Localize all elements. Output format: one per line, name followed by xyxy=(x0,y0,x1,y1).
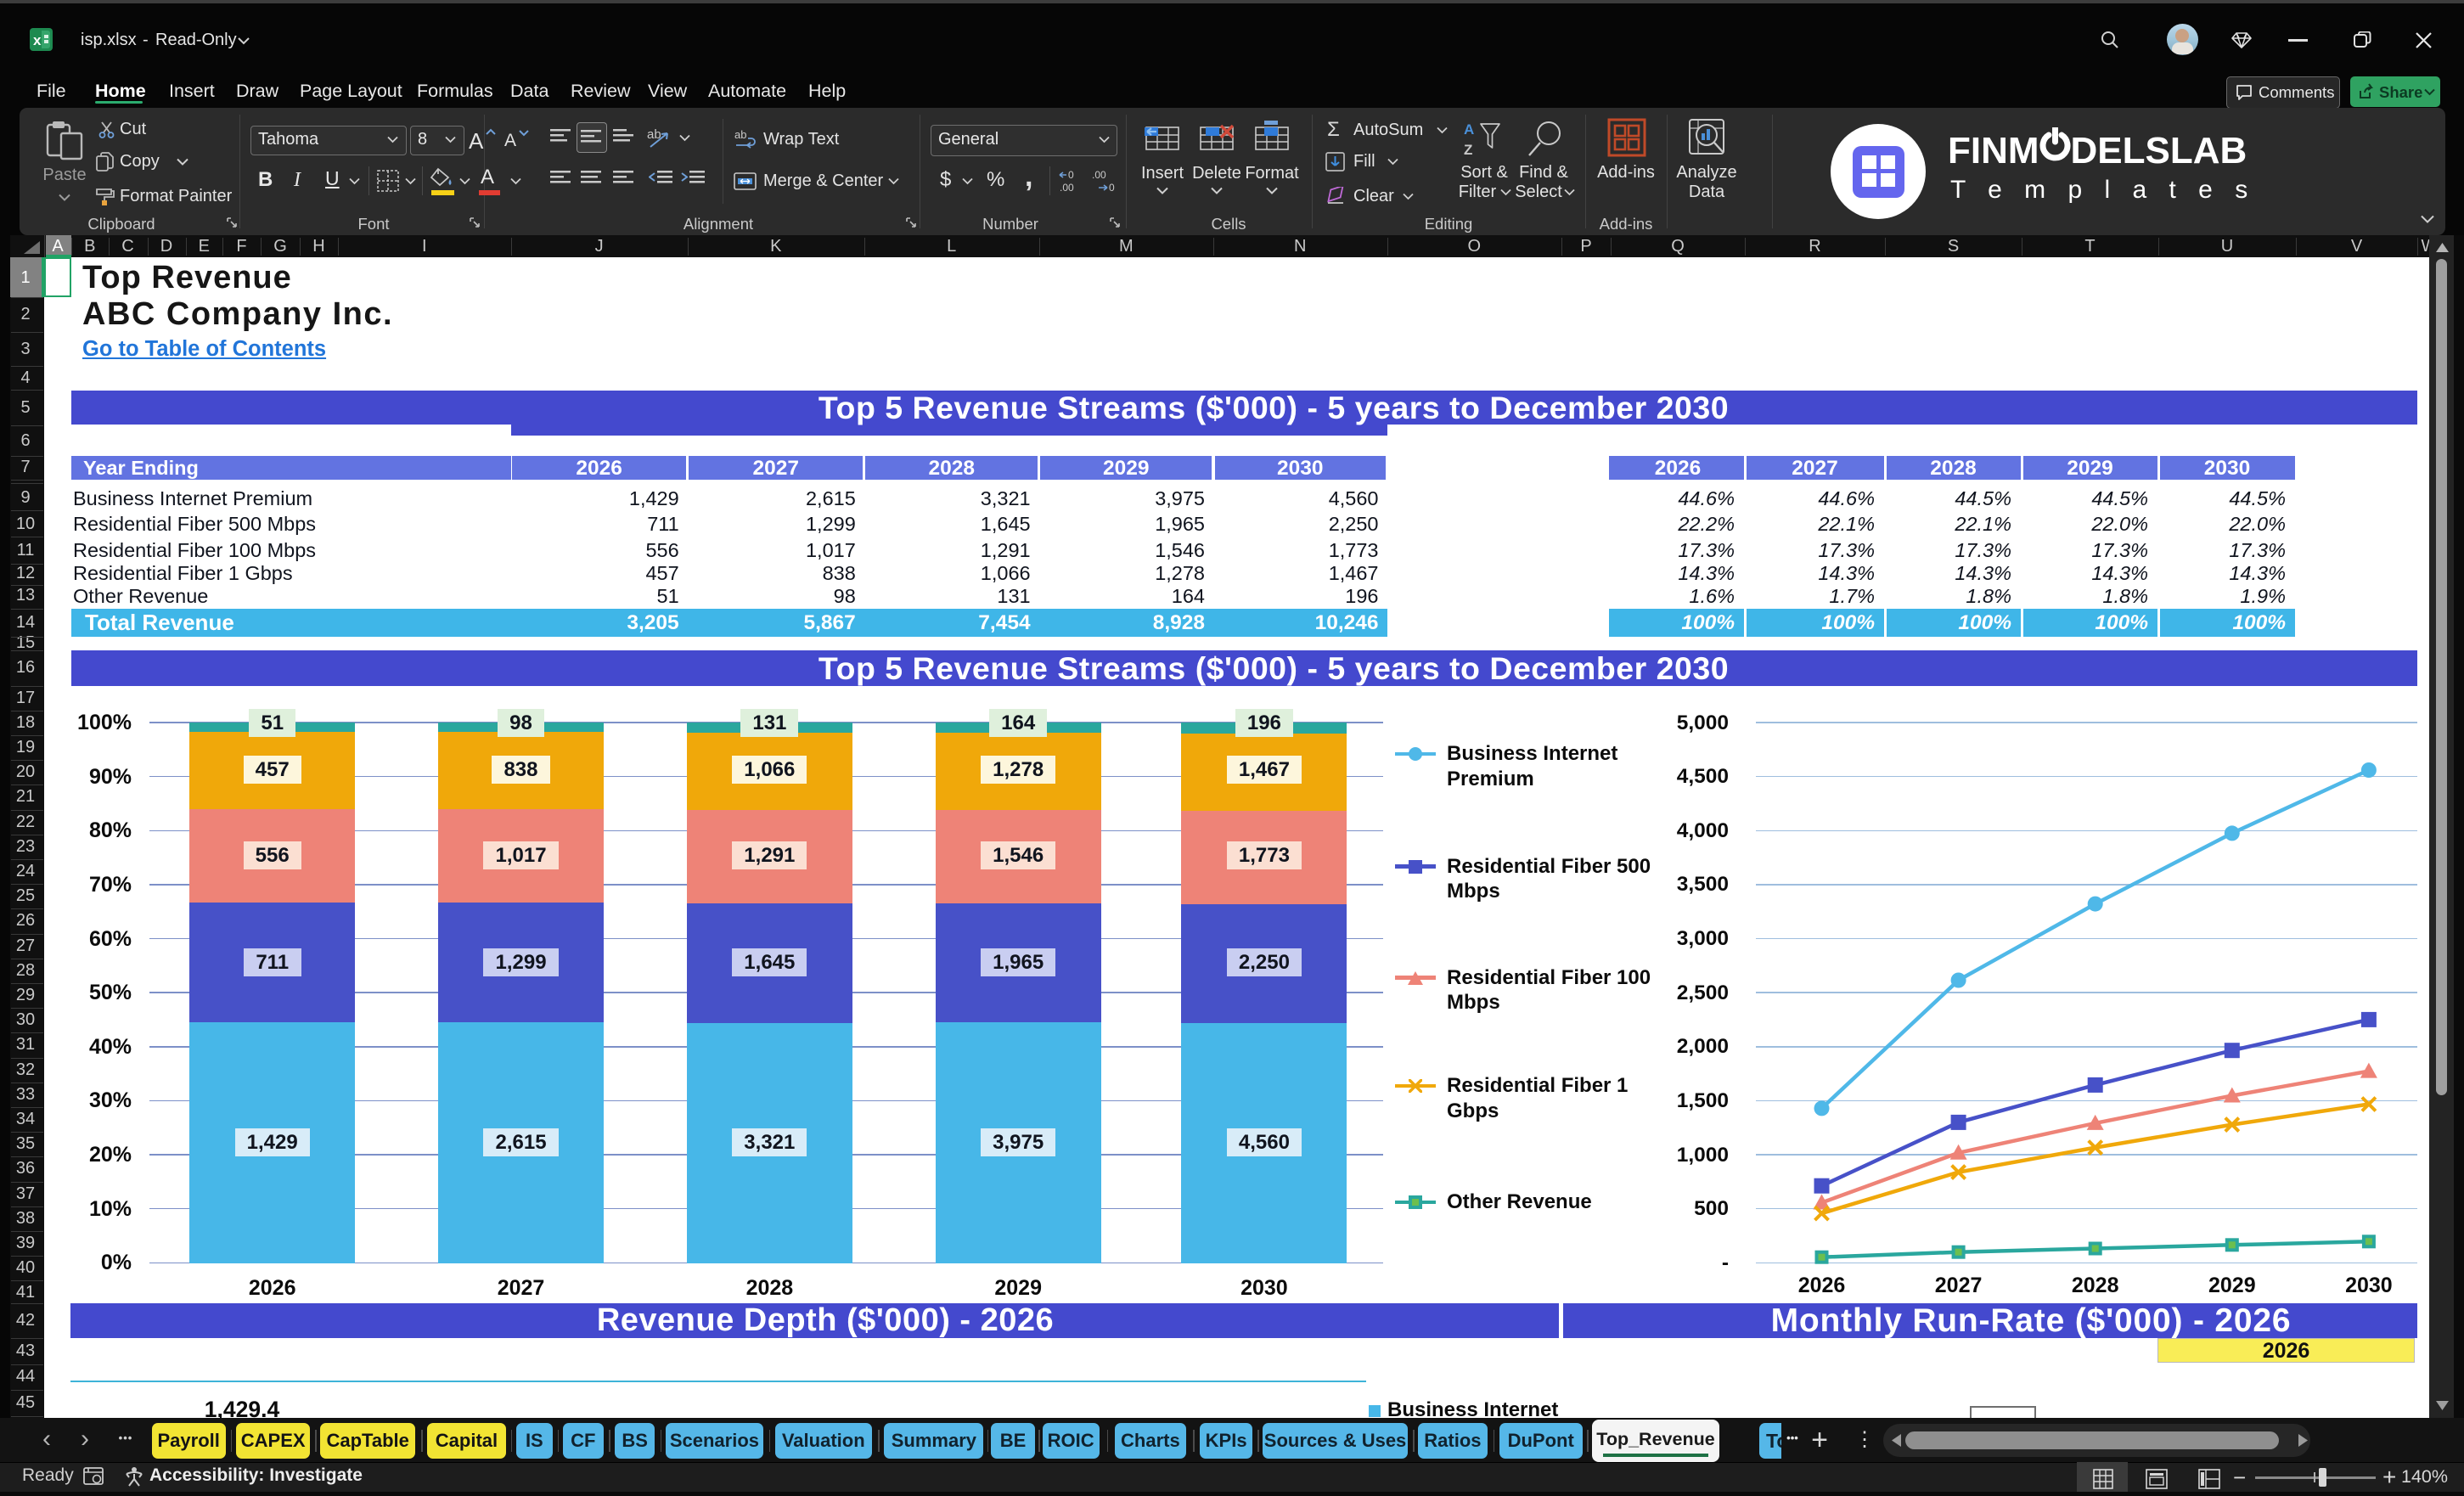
svg-text:.00: .00 xyxy=(1060,182,1074,194)
svg-text:.00: .00 xyxy=(1092,169,1106,181)
svg-text:A: A xyxy=(1464,121,1474,138)
svg-text:ab: ab xyxy=(734,129,746,141)
svg-text:Z: Z xyxy=(1464,142,1472,158)
svg-text:0: 0 xyxy=(1068,169,1074,181)
